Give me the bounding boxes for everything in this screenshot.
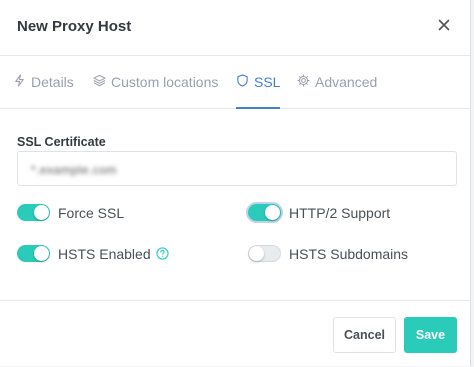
ssl-certificate-select[interactable]: *.example.com [17,151,457,186]
http2-support-label: HTTP/2 Support [289,204,391,221]
ssl-certificate-value: *.example.com [31,163,117,177]
layers-icon [93,74,106,90]
hsts-subdomains-switch[interactable] [248,245,281,262]
tab-custom-locations[interactable]: Custom locations [93,56,218,108]
tab-bar: Details Custom locations SSL Advanced [0,56,470,109]
ssl-certificate-label: SSL Certificate [17,135,106,149]
tab-label: Details [31,74,74,90]
modal-title: New Proxy Host [17,18,132,35]
http2-support-switch[interactable] [248,204,281,221]
bolt-icon [13,74,26,90]
force-ssl-switch[interactable] [17,204,50,221]
hsts-enabled-switch[interactable] [17,245,50,262]
new-proxy-host-modal: New Proxy Host Details Custom locations … [0,0,471,366]
force-ssl-label: Force SSL [58,204,125,221]
tab-label: Advanced [315,74,378,90]
http2-support-toggle[interactable]: HTTP/2 Support [248,204,390,221]
modal-footer: Cancel Save [0,301,470,367]
gear-icon [297,74,310,90]
force-ssl-toggle[interactable]: Force SSL [17,204,124,221]
hsts-subdomains-toggle[interactable]: HSTS Subdomains [248,245,408,262]
close-icon[interactable] [436,17,452,33]
hsts-enabled-label: HSTS Enabled [58,245,151,262]
hsts-subdomains-label: HSTS Subdomains [289,245,409,262]
tab-label: Custom locations [111,74,219,90]
ssl-tab-panel: SSL Certificate *.example.com Force SSL … [0,109,470,301]
tab-advanced[interactable]: Advanced [297,56,377,108]
modal-header: New Proxy Host [0,0,470,56]
shield-icon [236,74,249,90]
help-icon[interactable] [155,247,169,260]
cancel-button[interactable]: Cancel [333,317,396,353]
save-button[interactable]: Save [404,317,457,353]
hsts-enabled-toggle[interactable]: HSTS Enabled [17,245,169,262]
tab-label: SSL [254,74,281,90]
tab-details[interactable]: Details [13,56,74,108]
tab-ssl[interactable]: SSL [236,56,281,109]
